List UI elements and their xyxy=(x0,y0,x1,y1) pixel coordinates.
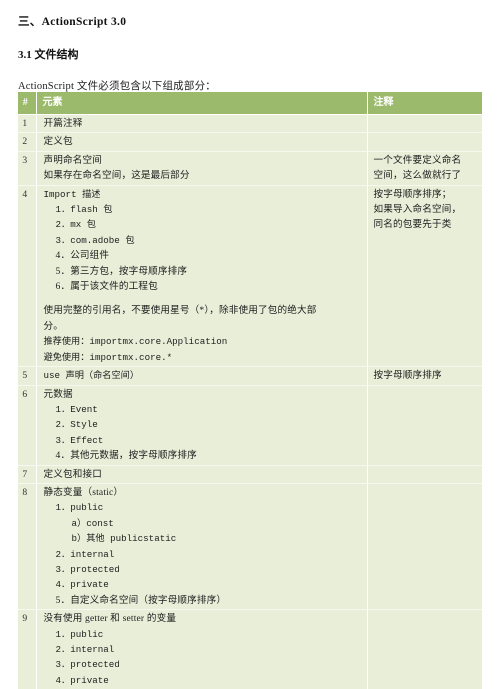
row-element-cell: 元数据1．Event2．Style3．Effect4．其他元数据，按字母顺序排序 xyxy=(36,385,367,465)
element-line: 5．自定义命名空间（按字母顺序排序） xyxy=(44,593,361,608)
element-line: 如果存在命名空间，这是最后部分 xyxy=(44,168,361,183)
element-line: 4．其他元数据，按字母顺序排序 xyxy=(44,448,361,463)
element-line: 开篇注释 xyxy=(44,116,361,131)
row-number: 2 xyxy=(18,133,36,151)
note-line: 一个文件要定义命名 xyxy=(374,153,479,168)
line-spacer xyxy=(44,294,361,303)
row-number: 6 xyxy=(18,385,36,465)
table-row: 8静态变量（static）1．publica）constb）其他 publics… xyxy=(18,483,482,609)
row-note-cell xyxy=(367,385,482,465)
row-element-cell: 定义包和接口 xyxy=(36,465,367,483)
table-row: 3声明命名空间如果存在命名空间，这是最后部分一个文件要定义命名空间，这么做就行了 xyxy=(18,151,482,185)
element-line: 元数据 xyxy=(44,387,361,402)
element-line: 5．第三方包，按字母顺序排序 xyxy=(44,264,361,279)
row-note-cell xyxy=(367,465,482,483)
table-header-row: # 元素 注释 xyxy=(18,92,482,115)
document-page: 三、ActionScript 3.0 3.1 文件结构 ActionScript… xyxy=(0,0,500,674)
table-row: 1 开篇注释 xyxy=(18,115,482,133)
row-number: 8 xyxy=(18,483,36,609)
table-row: 7 定义包和接口 xyxy=(18,465,482,483)
row-element-cell: 定义包 xyxy=(36,133,367,151)
row-number: 7 xyxy=(18,465,36,483)
column-header-note: 注释 xyxy=(367,92,482,115)
element-line: 3．Effect xyxy=(44,433,361,448)
element-line: 1．public xyxy=(44,627,361,642)
element-line: 1．Event xyxy=(44,402,361,417)
element-line: Import 描述 xyxy=(44,187,361,202)
element-line: 静态变量（static） xyxy=(44,485,361,500)
element-line: a）const xyxy=(44,516,361,531)
table-row: 2 定义包 xyxy=(18,133,482,151)
element-line: 定义包 xyxy=(44,134,361,149)
column-header-element: 元素 xyxy=(36,92,367,115)
element-line: 没有使用 getter 和 setter 的变量 xyxy=(44,611,361,626)
row-element-cell: use 声明（命名空间） xyxy=(36,367,367,385)
note-line: 如果导入命名空间， xyxy=(374,202,479,217)
row-note-cell xyxy=(367,483,482,609)
row-element-cell: 开篇注释 xyxy=(36,115,367,133)
element-line: 4．公司组件 xyxy=(44,248,361,263)
element-line: 4．private xyxy=(44,577,361,592)
row-note-cell: 按字母顺序排序；如果导入命名空间，同名的包要先于类 xyxy=(367,185,482,366)
row-number: 1 xyxy=(18,115,36,133)
table-header: # 元素 注释 xyxy=(18,92,482,115)
element-line: 分。 xyxy=(44,319,361,334)
row-note-cell xyxy=(367,610,482,689)
table-row: 6元数据1．Event2．Style3．Effect4．其他元数据，按字母顺序排… xyxy=(18,385,482,465)
element-line: b）其他 publicstatic xyxy=(44,531,361,546)
table-row: 4Import 描述1．flash 包2．mx 包3．com.adobe 包4．… xyxy=(18,185,482,366)
row-note-cell xyxy=(367,115,482,133)
table-row: 9没有使用 getter 和 setter 的变量1．public2．inter… xyxy=(18,610,482,689)
element-line: 2．mx 包 xyxy=(44,217,361,232)
row-element-cell: 静态变量（static）1．publica）constb）其他 publicst… xyxy=(36,483,367,609)
row-element-cell: Import 描述1．flash 包2．mx 包3．com.adobe 包4．公… xyxy=(36,185,367,366)
element-line: 2．internal xyxy=(44,642,361,657)
element-line: 避免使用：importmx.core.* xyxy=(44,350,361,365)
element-line: 6．属于该文件的工程包 xyxy=(44,279,361,294)
table-row: 5 use 声明（命名空间） 按字母顺序排序 xyxy=(18,367,482,385)
element-line: 3．protected xyxy=(44,562,361,577)
element-line: 2．internal xyxy=(44,547,361,562)
row-number: 3 xyxy=(18,151,36,185)
note-line: 空间，这么做就行了 xyxy=(374,168,479,183)
file-structure-table: # 元素 注释 1开篇注释2定义包3声明命名空间如果存在命名空间，这是最后部分一… xyxy=(18,92,482,689)
element-line: 4．private xyxy=(44,673,361,688)
element-line: 2．Style xyxy=(44,417,361,432)
element-line: 3．protected xyxy=(44,657,361,672)
table-body: 1开篇注释2定义包3声明命名空间如果存在命名空间，这是最后部分一个文件要定义命名… xyxy=(18,115,482,689)
element-line: use 声明（命名空间） xyxy=(44,368,361,383)
note-line: 按字母顺序排序 xyxy=(374,368,479,383)
row-note-cell: 一个文件要定义命名空间，这么做就行了 xyxy=(367,151,482,185)
row-number: 4 xyxy=(18,185,36,366)
note-line: 按字母顺序排序； xyxy=(374,187,479,202)
row-number: 5 xyxy=(18,367,36,385)
element-line: 3．com.adobe 包 xyxy=(44,233,361,248)
element-line: 1．flash 包 xyxy=(44,202,361,217)
row-element-cell: 没有使用 getter 和 setter 的变量1．public2．intern… xyxy=(36,610,367,689)
intro-paragraph: ActionScript 文件必须包含以下组成部分： xyxy=(0,62,500,93)
page-title: 三、ActionScript 3.0 xyxy=(0,0,500,29)
element-line: 1．public xyxy=(44,500,361,515)
note-line: 同名的包要先于类 xyxy=(374,217,479,232)
row-note-cell: 按字母顺序排序 xyxy=(367,367,482,385)
element-line: 推荐使用：importmx.core.Application xyxy=(44,334,361,349)
element-line: 定义包和接口 xyxy=(44,467,361,482)
row-note-cell xyxy=(367,133,482,151)
row-element-cell: 声明命名空间如果存在命名空间，这是最后部分 xyxy=(36,151,367,185)
element-line: 声明命名空间 xyxy=(44,153,361,168)
row-number: 9 xyxy=(18,610,36,689)
element-line: 使用完整的引用名，不要使用星号（*），除非使用了包的绝大部 xyxy=(44,303,361,318)
section-heading: 3.1 文件结构 xyxy=(0,29,500,62)
column-header-number: # xyxy=(18,92,36,115)
